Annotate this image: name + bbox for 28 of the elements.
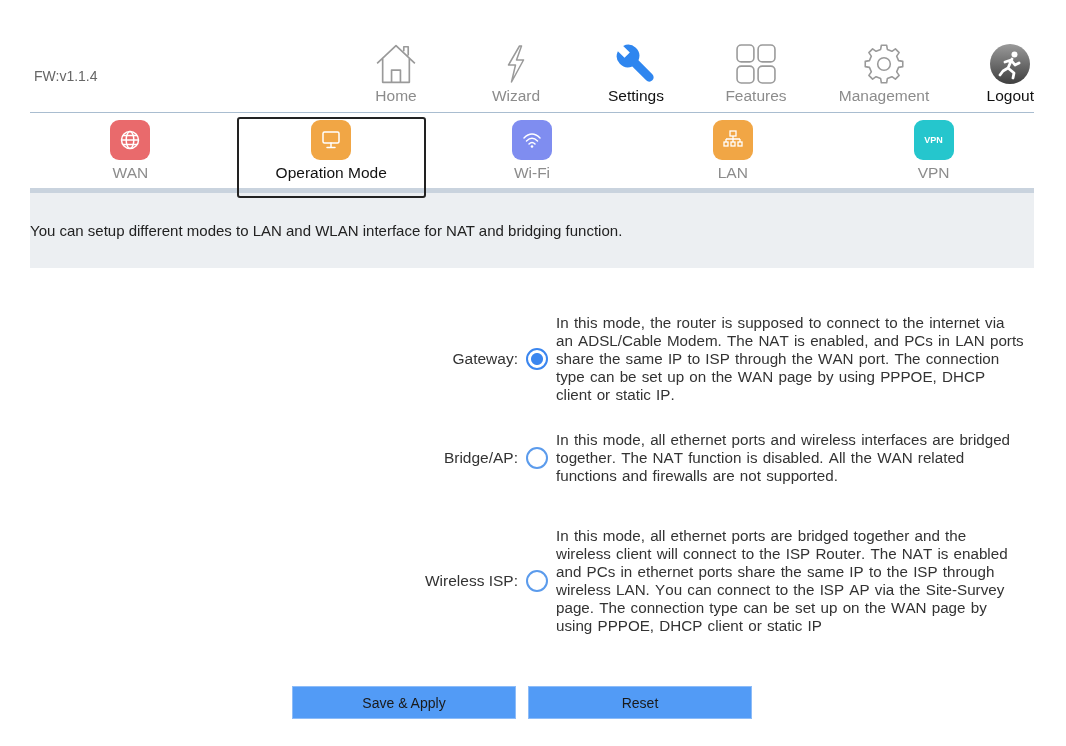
radio-button[interactable] [526,570,548,592]
intro-text: You can setup different modes to LAN and WLAN interface for NAT and bridging function. [30,221,623,240]
mode-description: In this mode, the router is supposed to connect to the internet via an ADSL/Cable Modem. The NAT is enabled, and PCs in LAN ports share the same IP to ISP through the WAN port. The connection type can be set up on the WAN page by using PPPOE, DHCP client or static IP. [556,314,1025,404]
lettered-tile-icon: VPN [913,120,954,160]
mode-description: In this mode, all ethernet ports are bridged together and the wireless client will connect to the ISP Router. The NAT is enabled and PCs in ethernet ports share the same IP to the ISP through wireless LAN. You can connect to the ISP AP via the Site-Survey page. The connection type can be set up on the WAN page by using PPPOE, DHCP client or static IP [556,527,1009,635]
wrench-icon [616,44,656,84]
gear-icon [864,44,904,84]
logout-button[interactable]: Logout [984,40,1034,105]
action-button[interactable]: Reset [528,686,752,719]
mode-label: Bridge/AP: [443,449,518,467]
nav-tab[interactable]: Management [836,40,932,105]
nav-tab[interactable]: Wizard [489,40,543,105]
lightning-bolt-icon [507,44,525,84]
subnav-tab[interactable]: Wi-Fi [437,117,627,198]
firmware-version: FW:v1.1.4 [33,68,98,84]
runner-icon [990,44,1031,84]
house-icon [376,44,416,84]
nav-tab[interactable]: Features [723,40,789,105]
mode-description: In this mode, all ethernet ports and wireless interfaces are bridged together. The NAT function is disabled. All the WAN related functions and firewalls are not supported. [556,431,1012,485]
grid-icon [736,44,776,84]
radio-button[interactable] [526,348,548,370]
mode-label: Gateway: [452,350,518,368]
action-button[interactable]: Save & Apply [292,686,516,719]
nav-tab[interactable]: Home [373,40,419,105]
nav-tab[interactable]: Settings [606,40,666,105]
subnav-tab[interactable]: Operation Mode [236,117,426,198]
radio-button[interactable] [526,447,548,469]
mode-label: Wireless ISP: [425,572,518,590]
